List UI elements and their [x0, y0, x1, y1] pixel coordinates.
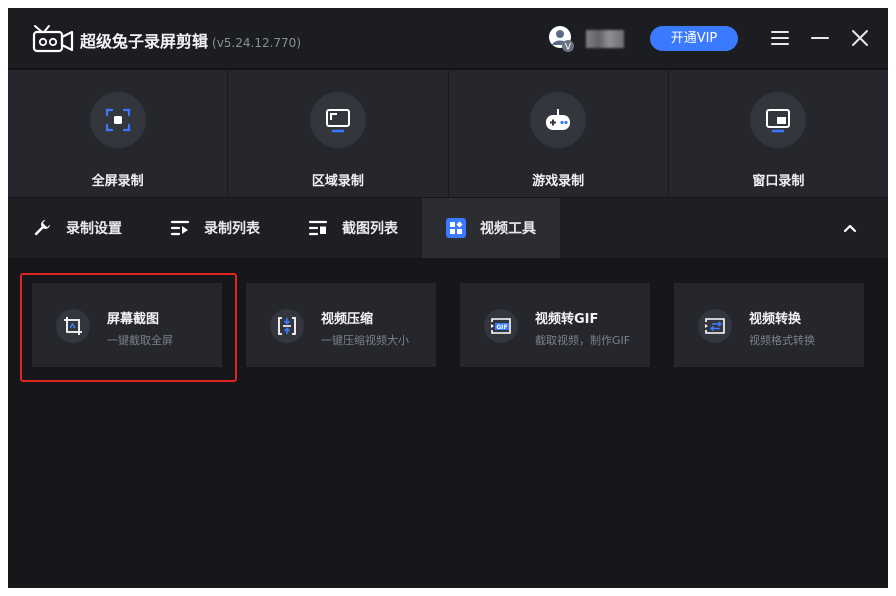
tab-screenshot-list[interactable]: 截图列表: [308, 198, 432, 258]
gif-icon: GIF: [484, 309, 518, 343]
screenshot-tool-subtitle: 一键截取全屏: [107, 334, 173, 347]
window-record-label: 窗口录制: [752, 174, 805, 189]
region-record-tile[interactable]: 区域录制: [228, 70, 449, 197]
region-record-icon: [309, 92, 366, 148]
tab-record-list[interactable]: 录制列表: [170, 198, 294, 258]
fullscreen-record-tile[interactable]: 全屏录制: [8, 70, 229, 197]
wrench-icon: [34, 220, 50, 236]
minimize-icon[interactable]: [808, 26, 832, 50]
tab-bar: 录制设置 录制列表 截图列表 视频工具: [8, 198, 888, 258]
app-window: 超级兔子录屏剪辑 (v5.24.12.770) V 开通VIP 全屏录制 区域录…: [8, 8, 888, 588]
rabbit-camera-logo-icon: [32, 25, 74, 53]
screenshot-list-icon: [308, 220, 328, 236]
gif-tool-title: 视频转GIF: [535, 312, 599, 327]
hamburger-menu-icon[interactable]: [768, 26, 792, 50]
tab-record-settings[interactable]: 录制设置: [32, 198, 156, 258]
tab-video-tools[interactable]: 视频工具: [422, 198, 560, 258]
record-list-icon: [170, 220, 190, 236]
app-version: (v5.24.12.770): [212, 36, 302, 50]
svg-text:GIF: GIF: [496, 324, 507, 331]
gif-tool-subtitle: 截取视频，制作GIF: [535, 334, 631, 347]
compress-tool-card[interactable]: 视频压缩 一键压缩视频大小: [246, 283, 436, 367]
app-name: 超级兔子录屏剪辑: [80, 32, 209, 51]
tab-record-settings-label: 录制设置: [66, 221, 122, 237]
convert-tool-title: 视频转换: [749, 312, 802, 327]
screenshot-crop-icon: [56, 309, 90, 343]
convert-icon: [698, 309, 732, 343]
fullscreen-record-icon: [89, 92, 146, 148]
convert-tool-card[interactable]: 视频转换 视频格式转换: [674, 283, 864, 367]
gif-tool-card[interactable]: GIF 视频转GIF 截取视频，制作GIF: [460, 283, 650, 367]
tab-screenshot-list-label: 截图列表: [342, 221, 398, 237]
window-record-tile[interactable]: 窗口录制: [669, 70, 888, 197]
screenshot-tool-card[interactable]: 屏幕截图 一键截取全屏: [32, 283, 222, 367]
convert-tool-subtitle: 视频格式转换: [749, 334, 815, 347]
close-icon[interactable]: [848, 26, 872, 50]
record-mode-row: 全屏录制 区域录制 游戏录制 窗口录制: [8, 70, 888, 197]
open-vip-button[interactable]: 开通VIP: [650, 26, 738, 51]
fullscreen-record-label: 全屏录制: [91, 174, 144, 189]
app-title: 超级兔子录屏剪辑 (v5.24.12.770): [80, 28, 301, 52]
chevron-up-icon[interactable]: [840, 218, 860, 238]
user-avatar-icon[interactable]: V: [548, 25, 576, 53]
title-bar: 超级兔子录屏剪辑 (v5.24.12.770) V 开通VIP: [8, 8, 888, 69]
gamepad-icon: [530, 92, 587, 148]
compress-tool-subtitle: 一键压缩视频大小: [321, 334, 409, 347]
screenshot-tool-title: 屏幕截图: [107, 312, 160, 327]
compress-tool-title: 视频压缩: [321, 312, 374, 327]
tab-video-tools-label: 视频工具: [480, 221, 536, 237]
region-record-label: 区域录制: [311, 174, 364, 189]
svg-text:V: V: [565, 43, 572, 53]
window-record-icon: [750, 92, 807, 148]
game-record-label: 游戏录制: [532, 174, 585, 189]
username-redacted: [586, 30, 624, 48]
compress-icon: [270, 309, 304, 343]
tab-record-list-label: 录制列表: [204, 221, 260, 237]
game-record-tile[interactable]: 游戏录制: [449, 70, 669, 197]
grid-tools-icon: [446, 218, 466, 238]
